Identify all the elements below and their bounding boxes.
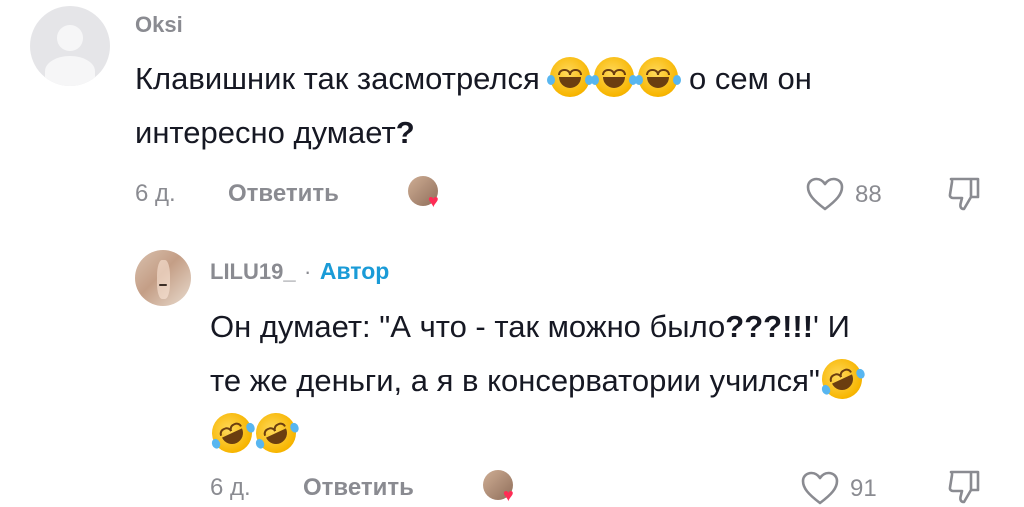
heart-outline-icon[interactable] bbox=[805, 176, 845, 212]
avatar[interactable] bbox=[30, 6, 110, 86]
like-count: 91 bbox=[850, 475, 877, 502]
creator-liked-heart-icon: ♥ bbox=[428, 191, 439, 211]
comment-timestamp: 6 д. bbox=[210, 474, 251, 501]
comment-text-segment: те же деньги, а я в консерватории учился… bbox=[210, 363, 820, 398]
thumbs-down-outline-icon[interactable] bbox=[945, 466, 985, 506]
comment-text-segment: ' И bbox=[813, 309, 850, 344]
creator-liked-badge: ♥ bbox=[408, 176, 448, 212]
comment-username[interactable]: LILU19_ bbox=[210, 259, 296, 284]
comment-username[interactable]: Oksi bbox=[135, 12, 183, 38]
rolling-on-floor-laughing-icon bbox=[249, 406, 303, 460]
reply-button[interactable]: Ответить bbox=[228, 180, 339, 208]
comment-text: Клавишник так засмотрелся о сем он интер… bbox=[135, 52, 1005, 160]
avatar-photo-finger bbox=[157, 260, 170, 300]
comment-text: Он думает: "А что - так можно было???!!!… bbox=[205, 300, 1000, 462]
creator-liked-badge: ♥ bbox=[483, 470, 523, 506]
rolling-on-floor-laughing-icon bbox=[815, 352, 869, 406]
heart-outline-icon[interactable] bbox=[800, 470, 840, 506]
avatar[interactable] bbox=[135, 250, 191, 306]
avatar-body-shape bbox=[45, 55, 95, 86]
comment-text-segment: ? bbox=[395, 115, 415, 150]
face-with-tears-of-joy-icon bbox=[635, 56, 682, 97]
creator-liked-heart-icon: ♥ bbox=[503, 485, 514, 505]
author-badge: Автор bbox=[319, 258, 390, 284]
thumbs-down-outline-icon[interactable] bbox=[945, 173, 985, 213]
reply-button[interactable]: Ответить bbox=[303, 474, 414, 502]
like-count: 88 bbox=[855, 181, 882, 208]
face-with-tears-of-joy-icon bbox=[547, 56, 594, 97]
comment-timestamp: 6 д. bbox=[135, 180, 176, 207]
comment-text-segment: ???!!! bbox=[725, 309, 814, 344]
reply-header: LILU19_ · Автор bbox=[210, 258, 389, 285]
comment-text-segment: Клавишник так засмотрелся bbox=[135, 61, 540, 96]
comment-text-segment: Он думает: "А что - так можно было bbox=[210, 309, 726, 344]
comment-text-segment: о сем он bbox=[689, 61, 812, 96]
separator-dot: · bbox=[304, 259, 312, 284]
face-with-tears-of-joy-icon bbox=[591, 56, 638, 97]
rolling-on-floor-laughing-icon bbox=[205, 406, 259, 460]
avatar-photo-ring bbox=[158, 283, 168, 287]
avatar-head-shape bbox=[57, 25, 83, 51]
comment-text-segment: интересно думает bbox=[135, 115, 396, 150]
